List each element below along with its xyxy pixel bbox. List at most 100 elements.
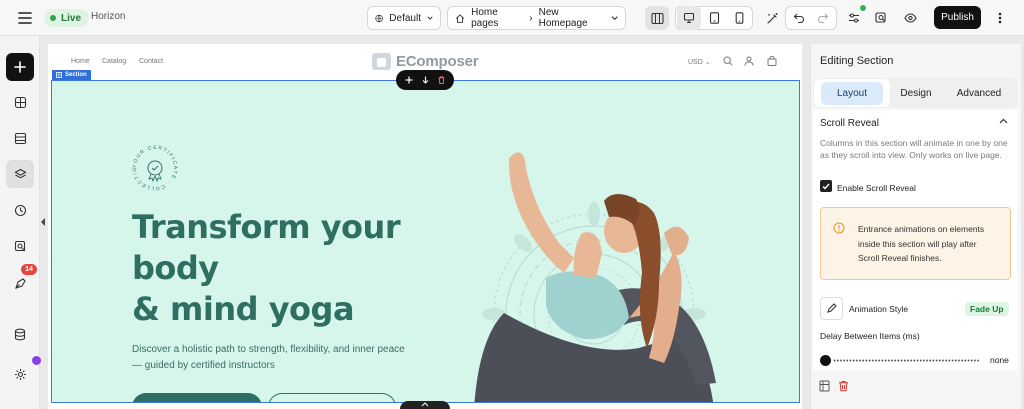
store-logo[interactable]: EComposer [372, 53, 479, 70]
layout-panel-button[interactable] [645, 6, 669, 30]
live-dot-icon [50, 15, 56, 21]
tablet-view-button[interactable] [702, 6, 726, 30]
duplicate-icon[interactable] [819, 380, 830, 392]
hero-subtitle-line-2: — guided by certified instructors [132, 360, 275, 371]
section-tag-label: Section [65, 72, 87, 78]
hero-subtitle[interactable]: Discover a holistic path to strength, fl… [132, 342, 432, 374]
tablet-icon [709, 12, 719, 24]
animation-style-icon-button[interactable] [820, 297, 843, 320]
currency-selector[interactable]: USD ⌄ [688, 58, 711, 66]
grid-icon [56, 72, 62, 78]
certificate-badge: YOUR CERTIFICATE · COLLECTION · [130, 143, 180, 193]
more-options-button[interactable] [988, 6, 1012, 30]
hero-section[interactable]: YOUR CERTIFICATE · COLLECTION · Transfor… [51, 80, 800, 403]
layers-button[interactable] [6, 160, 34, 188]
nav-link-home[interactable]: Home [71, 58, 90, 65]
undo-button[interactable] [787, 6, 811, 30]
info-warning-icon [833, 222, 845, 234]
animation-style-value[interactable]: Fade Up [965, 302, 1009, 316]
desktop-icon [683, 12, 695, 24]
breadcrumb-root[interactable]: Home pages [471, 7, 523, 29]
preview-button[interactable] [898, 6, 922, 30]
svg-text:YOUR CERTIFICATE · COLLECTION: YOUR CERTIFICATE · COLLECTION · [130, 143, 178, 191]
eye-icon [903, 13, 917, 23]
left-sidebar: 14 [0, 36, 41, 409]
tab-advanced[interactable]: Advanced [945, 79, 1013, 107]
hero-title-line-1: Transform your [132, 208, 401, 246]
tab-layout-label: Layout [820, 81, 884, 105]
database-button[interactable] [6, 320, 34, 348]
search-page-icon [14, 240, 25, 251]
scroll-reveal-description: Columns in this section will animate in … [820, 138, 1008, 160]
magic-tools-button[interactable] [760, 6, 784, 30]
tab-layout[interactable]: Layout [814, 79, 890, 107]
magic-wand-icon [766, 12, 777, 24]
warning-text: Entrance animations on elements inside t… [858, 224, 985, 263]
history-button[interactable] [6, 196, 34, 224]
mobile-view-button[interactable] [727, 6, 751, 30]
search-icon[interactable] [723, 56, 733, 66]
delay-slider-handle[interactable] [820, 355, 831, 366]
chevron-up-icon[interactable] [999, 118, 1008, 124]
settings-button[interactable] [6, 360, 34, 388]
panel-title: Editing Section [820, 55, 894, 67]
page-breadcrumb[interactable]: Home pages › New Homepage [447, 6, 626, 30]
arrow-down-icon[interactable] [422, 76, 429, 84]
hero-title-line-2: body [132, 249, 219, 287]
more-vertical-icon [998, 12, 1002, 24]
chevron-up-icon [421, 402, 429, 407]
globe-icon [375, 14, 383, 22]
rows-icon [14, 132, 26, 144]
chevron-down-icon [427, 16, 433, 20]
certificate-text: YOUR CERTIFICATE · COLLECTION · [130, 143, 177, 191]
nav-link-catalog[interactable]: Catalog [102, 58, 126, 65]
design-tools-button[interactable] [6, 269, 34, 297]
logo-mark-icon [372, 53, 391, 70]
inspect-button[interactable] [869, 6, 893, 30]
live-label: Live [61, 12, 82, 24]
primary-cta-button[interactable] [132, 393, 262, 402]
account-icon[interactable] [744, 56, 754, 66]
sections-button[interactable] [6, 88, 34, 116]
nav-link-contact[interactable]: Contact [139, 58, 163, 65]
enable-scroll-reveal-checkbox[interactable] [820, 180, 832, 192]
search-page-icon [875, 12, 886, 23]
currency-value: USD [688, 59, 703, 66]
delete-icon[interactable] [838, 380, 849, 392]
checkmark-icon [822, 183, 830, 190]
breadcrumb-current: New Homepage [538, 7, 588, 29]
theme-select[interactable]: Default [367, 6, 441, 30]
trash-icon[interactable] [438, 76, 445, 84]
top-toolbar: Live Horizon Default Home pages › New Ho… [0, 0, 1024, 36]
gear-icon [14, 368, 26, 380]
desktop-view-button[interactable] [677, 6, 701, 30]
review-button[interactable] [6, 232, 34, 260]
hero-title-line-3: & mind yoga [132, 290, 355, 328]
logo-text: EComposer [396, 53, 479, 70]
page-structure-button[interactable] [6, 124, 34, 152]
delay-label: Delay Between Items (ms) [820, 331, 920, 341]
publish-button[interactable]: Publish [934, 6, 981, 29]
plus-icon[interactable] [405, 76, 413, 84]
section-tag[interactable]: Section [52, 70, 91, 80]
hero-subtitle-line-1: Discover a holistic path to strength, fl… [132, 344, 405, 355]
secondary-cta-button[interactable] [268, 393, 396, 402]
add-element-button[interactable] [6, 53, 34, 81]
layers-icon [13, 168, 27, 178]
hero-title[interactable]: Transform your body & mind yoga [132, 207, 401, 330]
collapse-sidebar-icon[interactable] [40, 218, 48, 230]
delay-slider-track[interactable] [833, 359, 979, 362]
site-name: Horizon [91, 11, 126, 22]
plus-icon [14, 61, 26, 73]
undo-icon [793, 13, 804, 24]
cart-icon[interactable] [767, 56, 777, 66]
columns-icon [650, 12, 664, 24]
scroll-reveal-heading[interactable]: Scroll Reveal [820, 118, 879, 129]
tab-design[interactable]: Design [890, 79, 942, 107]
enable-scroll-reveal-label[interactable]: Enable Scroll Reveal [837, 183, 916, 193]
redo-button[interactable] [811, 6, 835, 30]
menu-icon[interactable] [16, 9, 34, 27]
breadcrumb-separator-icon: › [529, 12, 533, 24]
canvas-expand-handle[interactable] [400, 401, 450, 409]
live-status-badge: Live [44, 9, 90, 27]
